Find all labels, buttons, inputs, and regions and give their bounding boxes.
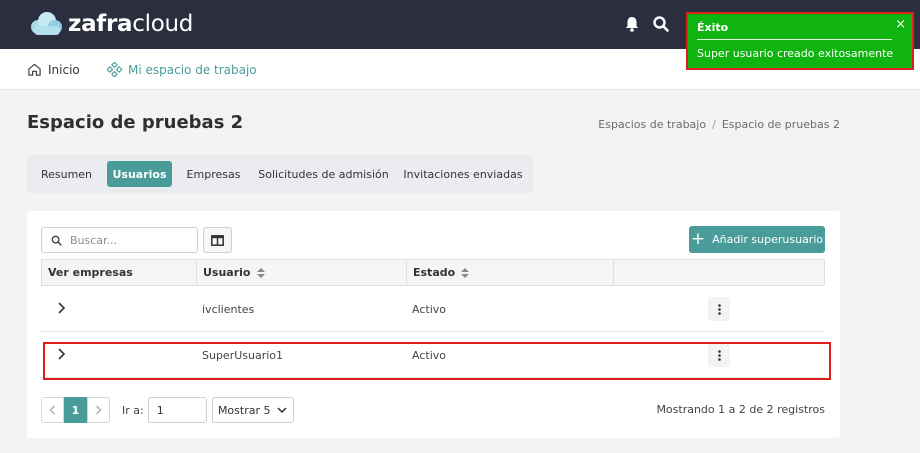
bell-icon[interactable] — [622, 14, 642, 34]
home-icon — [28, 63, 41, 76]
nav-home[interactable]: Inicio — [27, 49, 80, 90]
page-button-current[interactable]: 1 — [64, 397, 87, 423]
columns-toggle-button[interactable] — [203, 227, 232, 253]
table-row: ivclientes Activo — [41, 286, 825, 332]
nav-home-label: Inicio — [48, 62, 80, 77]
goto-label: Ir a: — [122, 403, 144, 417]
search-box[interactable] — [41, 227, 198, 253]
page-title: Espacio de pruebas 2 — [27, 112, 244, 133]
breadcrumb-current: Espacio de pruebas 2 — [721, 118, 840, 131]
breadcrumb: Espacios de trabajo / Espacio de pruebas… — [598, 118, 840, 131]
next-page-button[interactable] — [87, 397, 110, 423]
row-highlight-box — [43, 342, 831, 380]
breadcrumb-workspaces[interactable]: Espacios de trabajo — [598, 118, 706, 131]
search-input[interactable] — [70, 233, 180, 247]
columns-icon — [211, 234, 224, 246]
success-toast: Éxito × Super usuario creado exitosament… — [686, 12, 914, 70]
cell-usuario: ivclientes — [202, 302, 255, 316]
tab-usuarios[interactable]: Usuarios — [107, 161, 172, 187]
cloud-logo-icon — [31, 12, 62, 35]
plus-icon: + — [690, 229, 706, 249]
logo-text: zafracloud — [68, 11, 194, 37]
tab-empresas[interactable]: Empresas — [182, 161, 245, 187]
zafracloud-logo[interactable]: zafracloud — [28, 11, 193, 37]
row-actions-button[interactable] — [708, 297, 730, 321]
column-header-estado[interactable]: Estado — [407, 260, 614, 285]
page-size-select[interactable]: Mostrar 5 — [211, 397, 294, 423]
cell-estado: Activo — [412, 302, 446, 316]
pagination: 1 Ir a: Mostrar 5 — [41, 397, 294, 423]
tab-invitaciones[interactable]: Invitaciones enviadas — [402, 161, 524, 187]
breadcrumb-separator: / — [712, 118, 716, 131]
toast-divider — [697, 39, 892, 40]
search-icon — [51, 235, 62, 246]
chevron-left-icon — [49, 405, 55, 415]
workspace-icon — [107, 62, 122, 77]
nav-workspace[interactable]: Mi espacio de trabajo — [107, 49, 257, 90]
prev-page-button[interactable] — [41, 397, 64, 423]
add-superuser-label: Añadir superusuario — [712, 233, 824, 246]
tab-solicitudes[interactable]: Solicitudes de admisión — [257, 161, 390, 187]
close-icon[interactable]: × — [895, 17, 906, 32]
toast-title: Éxito — [697, 21, 729, 34]
sort-icon — [256, 267, 265, 278]
workspace-tabs: Resumen Usuarios Empresas Solicitudes de… — [27, 155, 533, 193]
add-superuser-button[interactable]: + Añadir superusuario — [689, 226, 825, 253]
kebab-menu-icon — [717, 303, 721, 315]
search-icon[interactable] — [651, 14, 671, 34]
tab-resumen[interactable]: Resumen — [35, 161, 98, 187]
goto-page-input[interactable] — [147, 397, 207, 423]
chevron-right-icon — [96, 405, 102, 415]
column-header-usuario[interactable]: Usuario — [197, 260, 407, 285]
records-summary: Mostrando 1 a 2 de 2 registros — [656, 403, 825, 416]
sort-icon — [461, 267, 470, 278]
toast-message: Super usuario creado exitosamente — [697, 47, 894, 60]
column-header-ver-empresas: Ver empresas — [42, 260, 197, 285]
page-size-label: Mostrar 5 — [217, 403, 271, 417]
column-header-actions — [614, 260, 824, 285]
chevron-down-icon — [277, 406, 288, 413]
users-card: + Añadir superusuario Ver empresas Usuar… — [27, 211, 840, 438]
chevron-right-icon[interactable] — [57, 302, 66, 314]
nav-workspace-label: Mi espacio de trabajo — [128, 62, 257, 77]
table-header: Ver empresas Usuario Estado — [41, 259, 825, 286]
